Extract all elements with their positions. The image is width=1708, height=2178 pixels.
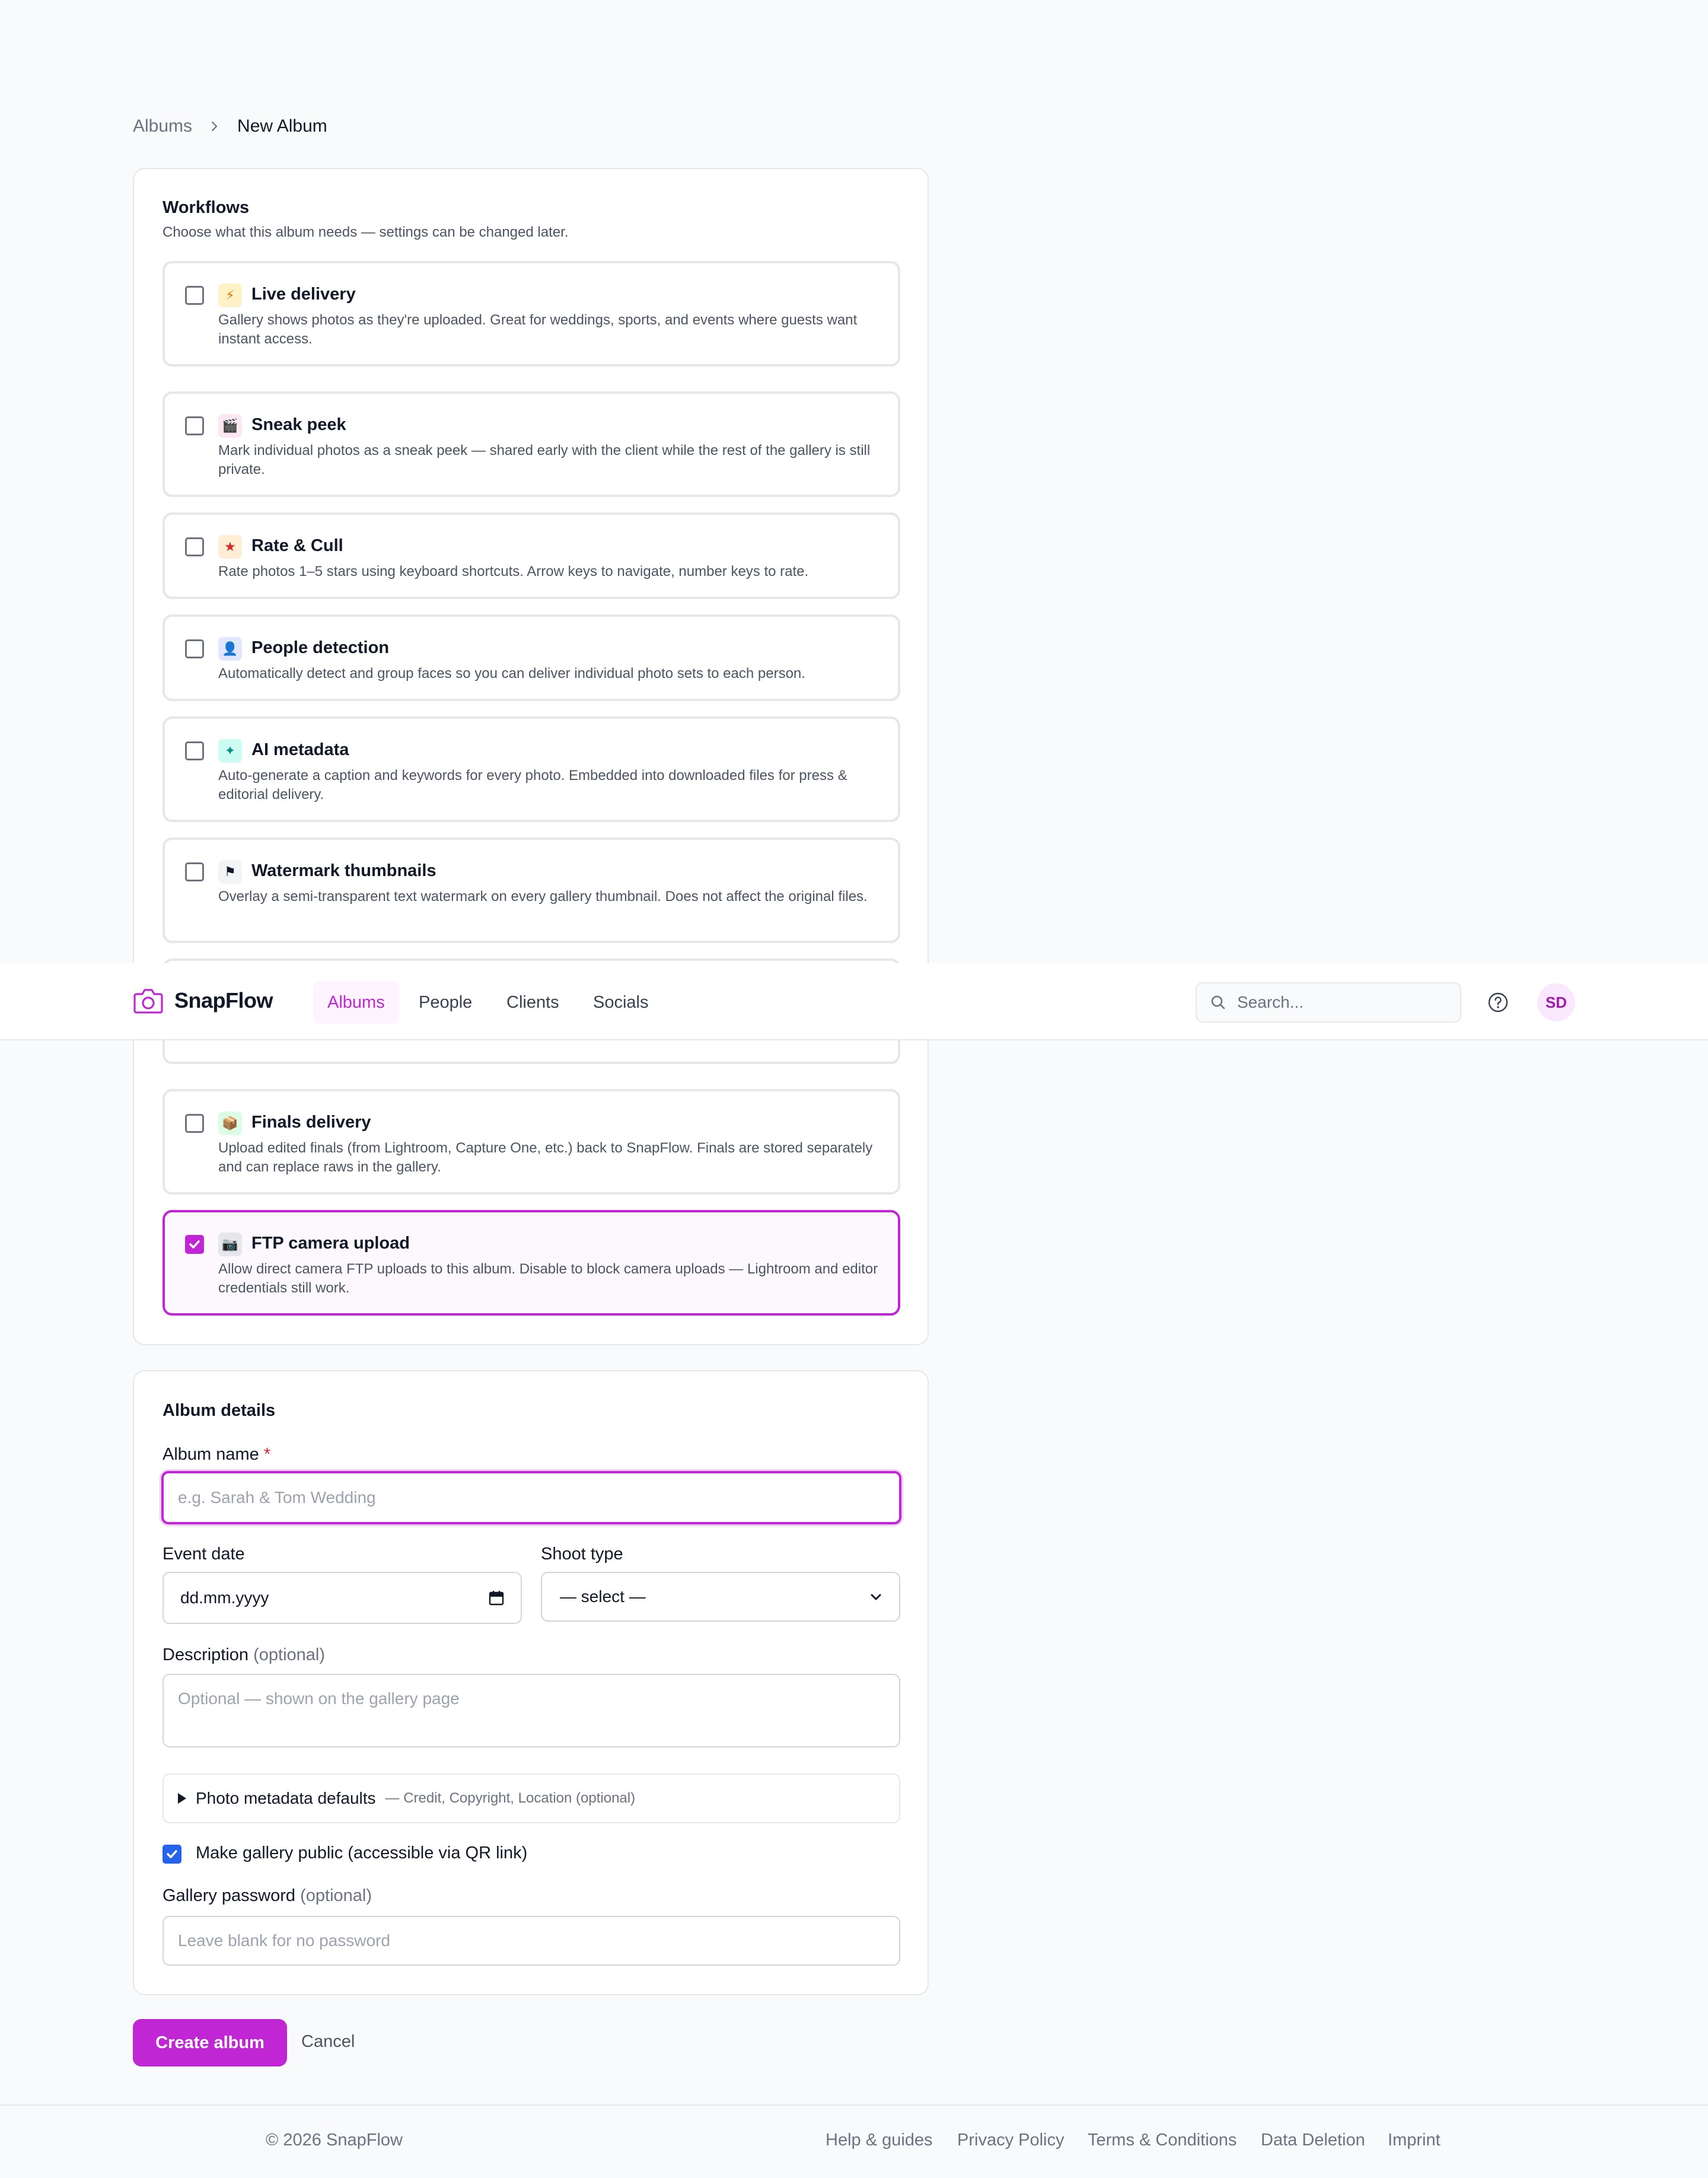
workflow-option-rate-cull[interactable]: ★ Rate & Cull Rate photos 1–5 stars usin… bbox=[162, 512, 900, 599]
clapper-icon: 🎬 bbox=[218, 414, 242, 438]
album-name-input[interactable] bbox=[161, 1471, 901, 1524]
breadcrumb: Albums New Album bbox=[133, 116, 327, 136]
people-detection-checkbox[interactable] bbox=[185, 639, 204, 658]
footer-link-imprint[interactable]: Imprint bbox=[1388, 2131, 1441, 2150]
workflow-option-desc: Automatically detect and group faces so … bbox=[218, 666, 805, 682]
workflow-option-desc: Overlay a semi-transparent text watermar… bbox=[218, 889, 868, 905]
camera-icon: 📷 bbox=[218, 1233, 242, 1256]
workflow-option-desc: Gallery shows photos as they're uploaded… bbox=[218, 312, 858, 347]
shoot-type-label: Shoot type bbox=[541, 1545, 623, 1564]
cancel-button[interactable]: Cancel bbox=[301, 2032, 355, 2052]
help-icon[interactable] bbox=[1487, 992, 1509, 1013]
star-icon: ★ bbox=[218, 535, 242, 559]
check-icon bbox=[167, 1850, 177, 1858]
camera-logo-icon bbox=[133, 989, 163, 1014]
workflow-option-desc: Allow direct camera FTP uploads to this … bbox=[218, 1261, 878, 1296]
description-textarea[interactable] bbox=[162, 1674, 900, 1747]
nav-tab-people[interactable]: People bbox=[404, 981, 486, 1024]
footer-copyright: © 2026 SnapFlow bbox=[266, 2131, 403, 2150]
footer-link-help[interactable]: Help & guides bbox=[826, 2131, 933, 2150]
workflow-option-desc: Upload edited finals (from Lightroom, Ca… bbox=[218, 1140, 873, 1175]
workflows-subtitle: Choose what this album needs — settings … bbox=[162, 224, 569, 240]
sneak-peek-checkbox[interactable] bbox=[185, 416, 204, 435]
watermark-checkbox[interactable] bbox=[185, 862, 204, 881]
finals-delivery-checkbox[interactable] bbox=[185, 1114, 204, 1133]
brand-logo[interactable]: SnapFlow bbox=[133, 987, 273, 1014]
workflow-option-title: Live delivery bbox=[251, 285, 356, 304]
workflow-option-title: Watermark thumbnails bbox=[251, 861, 436, 880]
workflow-option-title: AI metadata bbox=[251, 740, 349, 759]
workflows-title: Workflows bbox=[162, 198, 250, 217]
workflow-option-title: Rate & Cull bbox=[251, 536, 343, 555]
workflow-option-watermark[interactable]: ⚑ Watermark thumbnails Overlay a semi-tr… bbox=[162, 838, 900, 943]
create-album-button[interactable]: Create album bbox=[133, 2019, 287, 2066]
breadcrumb-albums-link[interactable]: Albums bbox=[133, 116, 192, 136]
person-icon: 👤 bbox=[218, 637, 242, 661]
ftp-upload-checkbox[interactable] bbox=[185, 1235, 204, 1254]
sparkle-icon: ✦ bbox=[218, 739, 242, 763]
event-date-label: Event date bbox=[162, 1545, 245, 1564]
workflow-option-title: FTP camera upload bbox=[251, 1234, 410, 1253]
footer-link-data-deletion[interactable]: Data Deletion bbox=[1261, 2131, 1365, 2150]
workflow-option-ai-metadata[interactable]: ✦ AI metadata Auto-generate a caption an… bbox=[162, 717, 900, 822]
lightning-icon: ⚡ bbox=[218, 284, 242, 307]
album-details-title: Album details bbox=[162, 1401, 276, 1420]
workflow-option-desc: Auto-generate a caption and keywords for… bbox=[218, 768, 847, 803]
package-icon: 📦 bbox=[218, 1112, 242, 1135]
workflow-option-live-delivery[interactable]: ⚡ Live delivery Gallery shows photos as … bbox=[162, 261, 900, 367]
search-icon bbox=[1211, 995, 1225, 1010]
description-label: Description (optional) bbox=[162, 1645, 326, 1664]
disclosure-triangle-icon bbox=[178, 1793, 186, 1804]
check-icon bbox=[189, 1240, 200, 1249]
chevron-right-icon bbox=[206, 118, 223, 135]
workflow-option-desc: Mark individual photos as a sneak peek —… bbox=[218, 442, 871, 477]
workflow-option-desc: Rate photos 1–5 stars using keyboard sho… bbox=[218, 563, 809, 579]
rate-cull-checkbox[interactable] bbox=[185, 537, 204, 556]
ai-metadata-checkbox[interactable] bbox=[185, 741, 204, 760]
breadcrumb-current: New Album bbox=[237, 116, 327, 136]
nav-tab-clients[interactable]: Clients bbox=[492, 981, 573, 1024]
chevron-down-icon bbox=[871, 1594, 881, 1600]
footer-link-terms[interactable]: Terms & Conditions bbox=[1088, 2131, 1237, 2150]
workflow-option-title: Sneak peek bbox=[251, 415, 346, 434]
metadata-defaults-toggle[interactable]: Photo metadata defaults — Credit, Copyri… bbox=[162, 1773, 900, 1823]
public-gallery-label[interactable]: Make gallery public (accessible via QR l… bbox=[196, 1843, 527, 1863]
gallery-password-label: Gallery password (optional) bbox=[162, 1886, 372, 1905]
workflow-option-sneak-peek[interactable]: 🎬 Sneak peek Mark individual photos as a… bbox=[162, 391, 900, 497]
flag-icon: ⚑ bbox=[218, 860, 242, 884]
live-delivery-checkbox[interactable] bbox=[185, 286, 204, 305]
workflow-option-ftp-upload[interactable]: 📷 FTP camera upload Allow direct camera … bbox=[162, 1210, 900, 1316]
required-mark: * bbox=[263, 1445, 271, 1464]
search-box[interactable] bbox=[1196, 982, 1461, 1023]
calendar-icon[interactable] bbox=[489, 1590, 504, 1606]
top-navbar: SnapFlow Albums People Clients Socials S… bbox=[0, 963, 1708, 1040]
nav-tab-socials[interactable]: Socials bbox=[579, 981, 663, 1024]
workflow-option-title: People detection bbox=[251, 638, 390, 657]
metadata-defaults-sub: — Credit, Copyright, Location (optional) bbox=[385, 1790, 636, 1806]
shoot-type-select[interactable]: — select — bbox=[541, 1572, 900, 1622]
gallery-password-input[interactable] bbox=[162, 1916, 900, 1966]
public-gallery-checkbox[interactable] bbox=[162, 1845, 181, 1864]
album-name-label: Album name * bbox=[162, 1445, 271, 1464]
workflow-option-finals-delivery[interactable]: 📦 Finals delivery Upload edited finals (… bbox=[162, 1089, 900, 1195]
footer-divider bbox=[0, 2104, 1708, 2106]
user-avatar[interactable]: SD bbox=[1537, 983, 1575, 1021]
brand-name: SnapFlow bbox=[174, 988, 273, 1012]
footer-link-privacy[interactable]: Privacy Policy bbox=[957, 2131, 1065, 2150]
metadata-defaults-title: Photo metadata defaults bbox=[196, 1789, 376, 1807]
event-date-value: dd.mm.yyyy bbox=[180, 1588, 269, 1607]
search-input[interactable] bbox=[1237, 993, 1451, 1012]
workflow-option-people-detection[interactable]: 👤 People detection Automatically detect … bbox=[162, 614, 900, 701]
event-date-input[interactable]: dd.mm.yyyy bbox=[162, 1572, 522, 1624]
shoot-type-value: — select — bbox=[560, 1587, 646, 1606]
nav-tab-albums[interactable]: Albums bbox=[313, 981, 399, 1024]
workflow-option-title: Finals delivery bbox=[251, 1113, 371, 1132]
